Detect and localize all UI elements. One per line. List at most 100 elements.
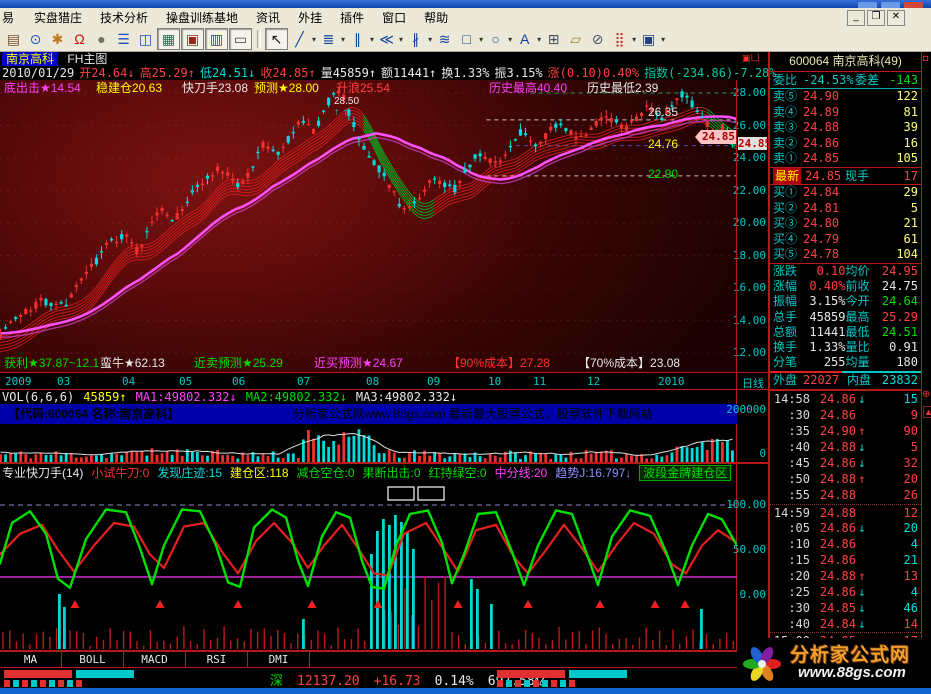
tab-rsi[interactable]: RSI bbox=[186, 652, 248, 667]
text-icon[interactable]: A bbox=[514, 29, 535, 49]
mouse-icon[interactable]: ● bbox=[91, 29, 112, 49]
status-segment-1: 12137.20 bbox=[297, 674, 367, 689]
ellipse-icon-dropdown[interactable]: ▾ bbox=[508, 35, 512, 44]
copy-icon[interactable]: ⊞ bbox=[543, 29, 564, 49]
unlock-icon[interactable]: ⊘ bbox=[587, 29, 608, 49]
indicator-segment-8-arrow-icon: ↓ bbox=[625, 466, 631, 480]
bid-row-1: 买①24.8429 bbox=[770, 185, 921, 201]
chart-view-icon[interactable]: ▣ bbox=[181, 28, 204, 50]
tab-macd[interactable]: MACD bbox=[124, 652, 186, 667]
vline-icon-dropdown[interactable]: ▾ bbox=[370, 35, 374, 44]
vol-segment-2: MA1:49802.332↓ bbox=[136, 390, 237, 404]
date-label-10: 12 bbox=[587, 375, 600, 388]
heat-bar bbox=[551, 680, 557, 687]
menu-item-6[interactable]: 插件 bbox=[331, 9, 373, 26]
rect-icon[interactable]: □ bbox=[456, 29, 477, 49]
tick-row-13: :3024.85↓46 bbox=[770, 600, 921, 616]
menu-item-2[interactable]: 技术分析 bbox=[91, 9, 157, 26]
top-annotation-4: 升浪25.54 bbox=[336, 82, 390, 95]
rect-icon-dropdown[interactable]: ▾ bbox=[479, 35, 483, 44]
save-icon[interactable]: ▣ bbox=[638, 29, 659, 49]
banner-website-text: 分析家公式网www.88gs.com 最新最大股票公式，股票软件下载网站 bbox=[293, 407, 653, 421]
date-label-3: 05 bbox=[179, 375, 192, 388]
current-lot-value: 17 bbox=[873, 168, 918, 184]
menu-item-5[interactable]: 外挂 bbox=[289, 9, 331, 26]
tab-boll[interactable]: BOLL bbox=[62, 652, 124, 667]
tick-list[interactable]: 14:5824.86↓15:3024.869:3524.90↑90:4024.8… bbox=[770, 389, 921, 649]
quote-stock-title[interactable]: 600064 南京高科(49) bbox=[770, 52, 921, 72]
split-view-icon[interactable]: ◫ bbox=[135, 29, 156, 49]
latest-price: 24.85 bbox=[805, 168, 845, 184]
cursor-icon[interactable]: ↖ bbox=[265, 28, 288, 50]
ohlc-segment-0: 2010/01/29 bbox=[2, 66, 74, 80]
mdi-minimize-button[interactable]: _ bbox=[847, 10, 865, 26]
date-label-7: 09 bbox=[427, 375, 440, 388]
indicator-segment-4: 减仓空仓:0 bbox=[297, 466, 355, 480]
indicator-segment-0: 专业快刀手(14) bbox=[2, 466, 83, 480]
menu-item-8[interactable]: 帮助 bbox=[415, 9, 457, 26]
ohlc-segment-8: 振3.15% bbox=[495, 66, 543, 80]
volume-bars-plot[interactable] bbox=[0, 424, 737, 462]
book-icon[interactable]: ▤ bbox=[3, 29, 24, 49]
stock-name-chip[interactable]: 南京高科 bbox=[2, 52, 58, 66]
message-icon[interactable]: ▭ bbox=[229, 28, 252, 50]
fanline-icon[interactable]: ≪ bbox=[376, 29, 397, 49]
tab-ma[interactable]: MA bbox=[0, 652, 62, 667]
main-candlestick-chart[interactable]: 底出击★14.54稳建仓20.63快刀手23.08预测★28.00升浪25.54… bbox=[0, 80, 737, 372]
weicha-label: 委差 bbox=[855, 72, 885, 88]
fanline-icon-dropdown[interactable]: ▾ bbox=[399, 35, 403, 44]
tick-down-arrow-icon: ↓ bbox=[856, 455, 868, 471]
vline-icon[interactable]: ∥ bbox=[347, 29, 368, 49]
palette-icon[interactable]: ⣿ bbox=[609, 29, 630, 49]
hline-icon[interactable]: ≣ bbox=[318, 29, 339, 49]
chart-window-icon[interactable]: ▦ bbox=[157, 28, 180, 50]
search-icon[interactable]: ⊙ bbox=[25, 29, 46, 49]
channel-icon-dropdown[interactable]: ▾ bbox=[428, 35, 432, 44]
channel-icon[interactable]: ∦ bbox=[405, 29, 426, 49]
ohlc-segment-9: 涨(0.10)0.40% bbox=[548, 66, 639, 80]
eraser-icon[interactable]: ▱ bbox=[565, 29, 586, 49]
menu-item-4[interactable]: 资讯 bbox=[247, 9, 289, 26]
menu-item-1[interactable]: 实盘猎庄 bbox=[25, 9, 91, 26]
tick-row-3: :4024.88↓5 bbox=[770, 439, 921, 455]
ellipse-icon[interactable]: ○ bbox=[485, 29, 506, 49]
panel-pin-icon[interactable]: ◘ bbox=[923, 53, 928, 63]
ohlc-segment-2: 高25.29↑ bbox=[140, 66, 195, 80]
mdi-close-button[interactable]: ✕ bbox=[887, 10, 905, 26]
decision-icon[interactable]: ✱ bbox=[47, 29, 68, 49]
menu-item-3[interactable]: 操盘训练基地 bbox=[157, 9, 247, 26]
stats-grid: 涨跌0.10均价24.95涨幅0.40%前收24.75振幅3.15%今开24.6… bbox=[770, 263, 921, 370]
oscillator-plot[interactable] bbox=[0, 484, 737, 650]
tick-down-arrow-icon: ↓ bbox=[856, 584, 868, 600]
tick-scroll-up-icon[interactable]: ⊕ bbox=[922, 390, 930, 400]
tick-alert-icon[interactable]: ▲ bbox=[923, 406, 931, 418]
tab-dmi[interactable]: DMI bbox=[248, 652, 310, 667]
vol-segment-4: MA3:49802.332↓ bbox=[356, 390, 457, 404]
stat-row-3: 总手45859最高25.29 bbox=[770, 310, 921, 325]
bid-row-4: 买④24.7961 bbox=[770, 232, 921, 248]
vol-segment-4-arrow-icon: ↓ bbox=[450, 390, 457, 404]
tick-row-10: :1524.8621 bbox=[770, 552, 921, 568]
chart-info-icon[interactable]: ▥ bbox=[205, 28, 228, 50]
inner-lot-label: 内盘 bbox=[847, 373, 877, 389]
mdi-restore-button[interactable]: ❐ bbox=[867, 10, 885, 26]
ask-row-2: 卖②24.8616 bbox=[770, 136, 921, 152]
ohlc-segment-3-arrow-icon: ↓ bbox=[248, 66, 255, 80]
main-content: 南京高科 FH主图 2010/01/29开24.64↓高25.29↑低24.51… bbox=[0, 52, 931, 650]
menu-item-0[interactable]: 易 bbox=[0, 9, 25, 26]
menu-item-7[interactable]: 窗口 bbox=[373, 9, 415, 26]
list-view-icon[interactable]: ☰ bbox=[113, 29, 134, 49]
hline-icon-dropdown[interactable]: ▾ bbox=[341, 35, 345, 44]
alarm-icon[interactable]: Ω bbox=[69, 29, 90, 49]
ask-row-3: 卖③24.8839 bbox=[770, 120, 921, 136]
trendline-icon[interactable]: ╱ bbox=[289, 29, 310, 49]
hatch-icon[interactable]: ≋ bbox=[434, 29, 455, 49]
save-icon-dropdown[interactable]: ▾ bbox=[661, 35, 665, 44]
text-icon-dropdown[interactable]: ▾ bbox=[537, 35, 541, 44]
panel-right-border bbox=[921, 52, 922, 650]
trendline-icon-dropdown[interactable]: ▾ bbox=[312, 35, 316, 44]
latest-price-row: 最新 24.85 现手 17 bbox=[770, 167, 921, 185]
quote-panel: 600064 南京高科(49) 委比 -24.53% 委差 -143 卖⑤24.… bbox=[770, 52, 921, 650]
buy-signal-arrow-icon-0: ↑ bbox=[334, 106, 339, 119]
palette-icon-dropdown[interactable]: ▾ bbox=[632, 35, 636, 44]
